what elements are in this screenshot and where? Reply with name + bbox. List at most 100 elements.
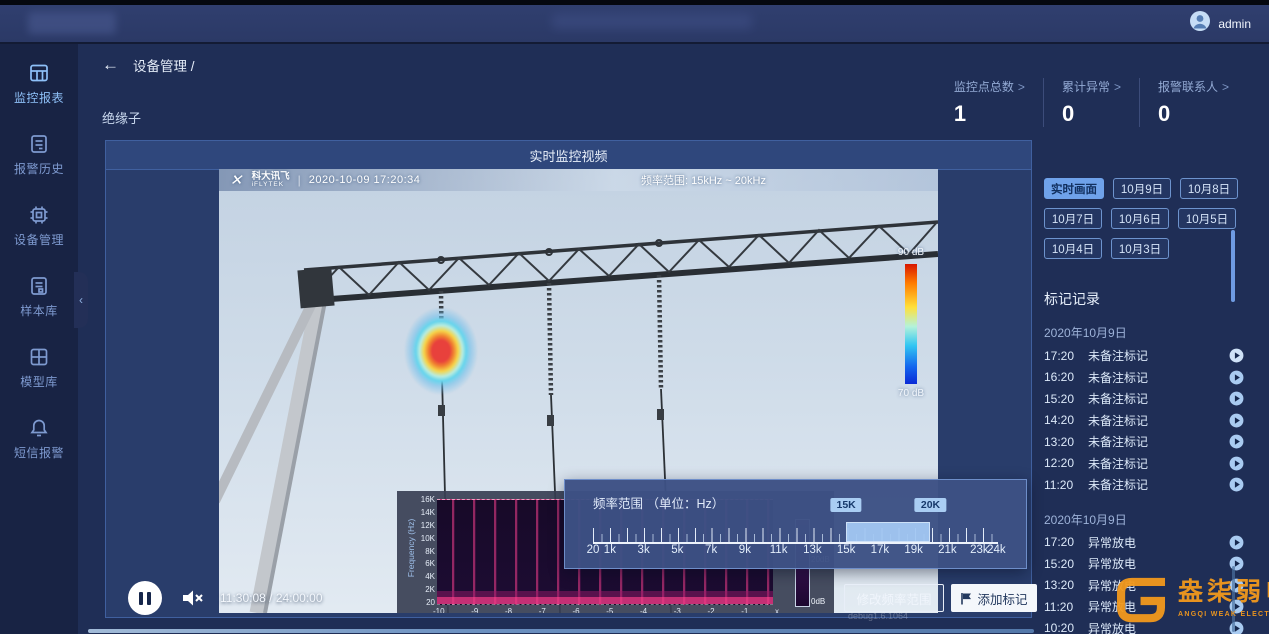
date-button-oct4[interactable]: 10月4日 [1044, 238, 1102, 259]
colorbar-min-label: 70 dB [887, 388, 935, 399]
frequency-selected-band[interactable] [846, 522, 930, 542]
date-button-oct7[interactable]: 10月7日 [1044, 208, 1102, 229]
video-freq-range-label: 频率范围: 15kHz ~ 20kHz [641, 172, 766, 188]
sidebar-item-label: 短信报警 [14, 444, 64, 461]
frequency-ruler[interactable]: 15K 20K [593, 520, 998, 544]
muted-speaker-icon [180, 587, 204, 609]
acoustic-heatmap-spot [404, 307, 478, 395]
stat-value: 1 [954, 101, 1025, 127]
stat-value: 0 [1158, 101, 1229, 127]
vendor-watermark: 盎柒弱电 ANGQI WEAK ELECTRICITY [1112, 572, 1269, 630]
sidebar-item-alarm-history[interactable]: 报警历史 [0, 133, 78, 204]
right-panel: 实时画面 10月9日 10月8日 10月7日 10月6日 10月5日 10月4日… [1044, 178, 1244, 634]
stat-total-anomalies[interactable]: 累计异常> 0 [1043, 78, 1139, 127]
model-grid-icon [28, 346, 50, 368]
frequency-range-title: 频率范围 （单位：Hz） [593, 493, 724, 512]
play-icon[interactable] [1229, 477, 1244, 492]
top-black-strip [0, 0, 1269, 5]
band-high-handle[interactable]: 20K [915, 498, 946, 512]
frequency-range-panel: 频率范围 （单位：Hz） 15K 20K 20 1k 3k 5k 7k 9k 1… [564, 479, 1027, 569]
mark-item: 11:20 未备注标记 [1044, 474, 1244, 496]
debug-version-label: debug1.6.1064 [848, 611, 908, 621]
date-button-oct5[interactable]: 10月5日 [1178, 208, 1236, 229]
play-icon[interactable] [1229, 391, 1244, 406]
play-icon[interactable] [1229, 456, 1244, 471]
chevron-left-icon: ‹ [79, 293, 83, 307]
spectrogram-xticks: -10 -9 -8 -7 -6 -5 -4 -3 -2 -1 x [433, 607, 779, 613]
chevron-right-icon: > [1222, 80, 1229, 94]
pause-button[interactable] [128, 581, 162, 615]
sidebar-collapse-handle[interactable]: ‹ [74, 272, 88, 328]
colorbar-max-label: 90 dB [887, 247, 935, 258]
sidebar-item-monitor-report[interactable]: 监控报表 [0, 62, 78, 133]
heatmap-colorbar [905, 264, 917, 384]
device-name-label: 绝缘子 [102, 108, 141, 127]
pause-icon [139, 592, 143, 605]
watermark-logo-icon [1112, 572, 1170, 630]
avatar [1189, 10, 1211, 37]
play-icon[interactable] [1229, 434, 1244, 449]
mute-button[interactable] [180, 587, 204, 614]
iflytek-logo-icon: ✕ [229, 171, 246, 189]
watermark-cn-label: 盎柒弱电 [1178, 572, 1269, 608]
spectrogram-colorbar-min: 0dB [811, 597, 825, 606]
chevron-right-icon: > [1018, 80, 1025, 94]
stats-bar: 监控点总数> 1 累计异常> 0 报警联系人> 0 [936, 78, 1247, 127]
play-icon[interactable] [1229, 370, 1244, 385]
marks-title: 标记记录 [1044, 289, 1244, 309]
frequency-ruler-labels: 20 1k 3k 5k 7k 9k 11k 13k 15k 17k 19k 21… [593, 544, 998, 560]
mark-group-date: 2020年10月9日 [1044, 324, 1244, 341]
report-grid-icon [28, 62, 50, 84]
device-chip-icon [28, 204, 50, 226]
date-button-group: 实时画面 10月9日 10月8日 10月7日 10月6日 10月5日 10月4日… [1044, 178, 1244, 259]
bell-icon [28, 417, 50, 439]
horizontal-scrollbar[interactable] [88, 629, 1034, 633]
video-panel: 实时监控视频 [105, 140, 1032, 618]
playback-time: 11:30:08 / 24:00:00 [220, 591, 323, 605]
modify-frequency-button[interactable]: 修改频率范围 [844, 584, 944, 612]
stat-monitor-points[interactable]: 监控点总数> 1 [936, 78, 1043, 127]
date-button-oct6[interactable]: 10月6日 [1111, 208, 1169, 229]
mark-item: 15:20 未备注标记 [1044, 388, 1244, 410]
divider: | [298, 173, 301, 187]
topbar-blurred-text [552, 14, 752, 29]
watermark-en-label: ANGQI WEAK ELECTRICITY [1178, 611, 1269, 618]
mark-item: 14:20 未备注标记 [1044, 410, 1244, 432]
right-panel-scrollbar[interactable] [1231, 230, 1235, 302]
band-low-handle[interactable]: 15K [830, 498, 861, 512]
spectrogram-yticks: 16K 14K 12K 10K 8K 6K 4K 2K 20 [411, 495, 435, 607]
date-button-oct8[interactable]: 10月8日 [1180, 178, 1238, 199]
mark-item: 13:20 未备注标记 [1044, 431, 1244, 453]
chevron-right-icon: > [1114, 80, 1121, 94]
video-overlay-strip: ✕ 科大讯飞 iFLYTEK | 2020-10-09 17:20:34 频率范… [219, 169, 938, 191]
play-icon[interactable] [1229, 348, 1244, 363]
sidebar-item-device-management[interactable]: 设备管理 [0, 204, 78, 275]
mark-item: 17:20 未备注标记 [1044, 345, 1244, 367]
breadcrumb[interactable]: 设备管理 / [133, 55, 195, 75]
sidebar-item-sms-alarm[interactable]: 短信报警 [0, 417, 78, 488]
mark-item: 12:20 未备注标记 [1044, 453, 1244, 475]
history-doc-icon [28, 133, 50, 155]
sidebar-item-label: 报警历史 [14, 160, 64, 177]
date-button-oct9[interactable]: 10月9日 [1113, 178, 1171, 199]
sidebar-item-sample-library[interactable]: 样本库 [0, 275, 78, 346]
play-icon[interactable] [1229, 535, 1244, 550]
stat-value: 0 [1062, 101, 1121, 127]
panel-title: 实时监控视频 [106, 141, 1031, 170]
stat-alarm-contacts[interactable]: 报警联系人> 0 [1139, 78, 1247, 127]
user-menu[interactable]: admin [1189, 5, 1251, 42]
back-arrow-icon[interactable]: ← [102, 55, 119, 75]
app-root: admin 监控报表 报警历史 [0, 0, 1269, 634]
sidebar-item-model-library[interactable]: 模型库 [0, 346, 78, 417]
mark-item: 17:20 异常放电 [1044, 532, 1244, 554]
iflytek-brand: 科大讯飞 iFLYTEK [252, 172, 290, 188]
date-button-oct3[interactable]: 10月3日 [1111, 238, 1169, 259]
date-button-realtime[interactable]: 实时画面 [1044, 178, 1104, 199]
sidebar-item-label: 模型库 [20, 373, 58, 390]
add-mark-button[interactable]: 添加标记 [951, 584, 1037, 612]
play-icon[interactable] [1229, 413, 1244, 428]
username-label: admin [1218, 17, 1251, 31]
sidebar: 监控报表 报警历史 设备管理 [0, 42, 78, 634]
app-logo-blurred [28, 12, 116, 34]
sidebar-item-label: 监控报表 [14, 89, 64, 106]
